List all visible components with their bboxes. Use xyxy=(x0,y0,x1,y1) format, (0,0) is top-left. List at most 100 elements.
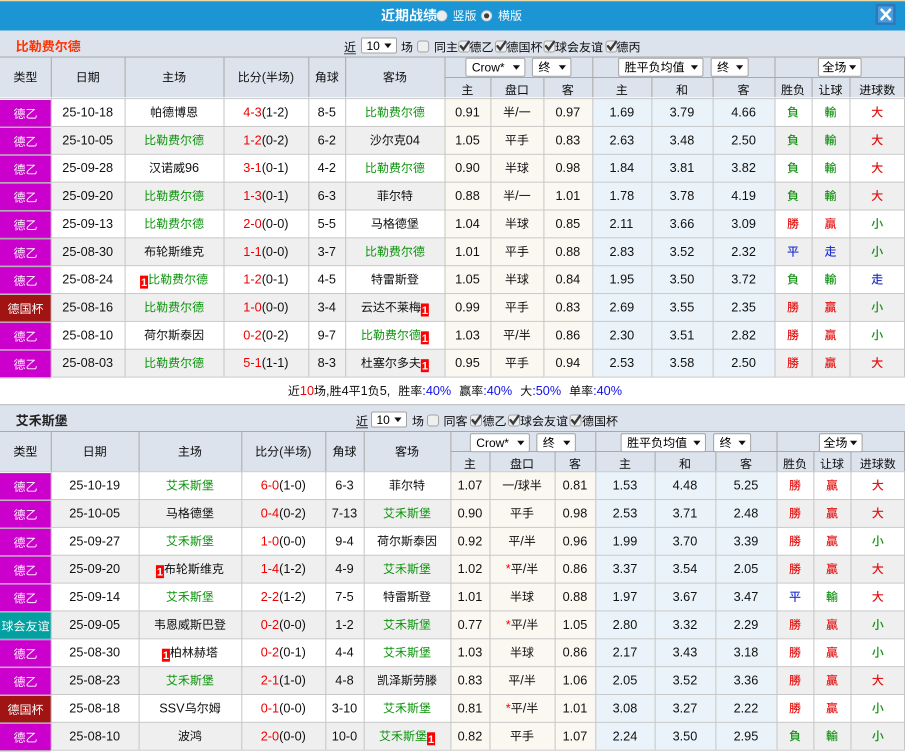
svg-text:0-4: 0-4 xyxy=(261,507,279,521)
svg-text:25-09-05: 25-09-05 xyxy=(69,618,120,632)
svg-text:3.50: 3.50 xyxy=(673,729,698,743)
svg-text:1: 1 xyxy=(422,333,428,345)
svg-text:25-09-20: 25-09-20 xyxy=(62,189,113,203)
svg-text:2.17: 2.17 xyxy=(613,646,638,660)
svg-text:1.69: 1.69 xyxy=(610,106,635,120)
svg-text:2.05: 2.05 xyxy=(613,674,638,688)
svg-text:1: 1 xyxy=(422,361,428,373)
svg-text:1: 1 xyxy=(163,650,169,662)
svg-text:3.27: 3.27 xyxy=(673,701,698,715)
svg-text:0.83: 0.83 xyxy=(458,674,483,688)
svg-text::40%: :40% xyxy=(422,384,451,398)
svg-text:0.96: 0.96 xyxy=(563,534,588,548)
svg-text:1-2: 1-2 xyxy=(243,133,261,147)
svg-text:0.83: 0.83 xyxy=(556,301,581,315)
svg-text:4-8: 4-8 xyxy=(335,674,353,688)
svg-text:1.78: 1.78 xyxy=(610,189,635,203)
svg-text:6-3: 6-3 xyxy=(318,189,336,203)
svg-text:3.43: 3.43 xyxy=(673,646,698,660)
svg-text:1.07: 1.07 xyxy=(563,729,588,743)
svg-text:25-09-13: 25-09-13 xyxy=(62,217,113,231)
svg-text:0.84: 0.84 xyxy=(556,273,581,287)
svg-text:25-08-30: 25-08-30 xyxy=(69,646,120,660)
svg-text:0.88: 0.88 xyxy=(563,590,588,604)
svg-text:(0-0): (0-0) xyxy=(262,301,289,315)
svg-text:1.84: 1.84 xyxy=(610,161,635,175)
svg-text:25-08-30: 25-08-30 xyxy=(62,245,113,259)
svg-text:0.91: 0.91 xyxy=(455,106,480,120)
svg-text:1-2: 1-2 xyxy=(243,273,261,287)
svg-text:1.01: 1.01 xyxy=(455,245,480,259)
svg-text:/: / xyxy=(520,534,524,548)
svg-text:2.80: 2.80 xyxy=(613,618,638,632)
svg-text:(0-1): (0-1) xyxy=(279,646,306,660)
svg-text:3.48: 3.48 xyxy=(670,133,695,147)
svg-text:(0-2): (0-2) xyxy=(262,133,289,147)
svg-text:25-10-05: 25-10-05 xyxy=(69,507,120,521)
svg-text:1.01: 1.01 xyxy=(458,590,483,604)
svg-text:1.04: 1.04 xyxy=(455,217,480,231)
svg-text:2.63: 2.63 xyxy=(610,133,635,147)
svg-text:/: / xyxy=(514,479,518,493)
svg-text:1.07: 1.07 xyxy=(458,479,483,493)
svg-text:3.50: 3.50 xyxy=(670,273,695,287)
svg-text:10: 10 xyxy=(377,413,391,427)
svg-text:0-2: 0-2 xyxy=(261,646,279,660)
svg-text:0.86: 0.86 xyxy=(563,646,588,660)
svg-text:3.54: 3.54 xyxy=(673,562,698,576)
svg-text:2-1: 2-1 xyxy=(261,674,279,688)
svg-text:2.29: 2.29 xyxy=(734,618,759,632)
svg-text:(0-1): (0-1) xyxy=(262,273,289,287)
svg-text:4-4: 4-4 xyxy=(335,646,353,660)
svg-text:(0-0): (0-0) xyxy=(279,701,306,715)
svg-text:2.50: 2.50 xyxy=(731,356,756,370)
svg-text:2-0: 2-0 xyxy=(261,729,279,743)
svg-text:/: / xyxy=(523,701,527,715)
svg-text:4.66: 4.66 xyxy=(731,106,756,120)
svg-text:3-10: 3-10 xyxy=(332,701,357,715)
svg-text:3-4: 3-4 xyxy=(318,301,336,315)
svg-text:1.01: 1.01 xyxy=(563,701,588,715)
svg-text:2.50: 2.50 xyxy=(731,133,756,147)
svg-text:Crow*: Crow* xyxy=(476,436,509,450)
svg-text:2.95: 2.95 xyxy=(734,729,759,743)
svg-text:2.30: 2.30 xyxy=(610,328,635,342)
svg-text:0.92: 0.92 xyxy=(458,534,483,548)
svg-text:6-2: 6-2 xyxy=(318,133,336,147)
svg-text:25-08-03: 25-08-03 xyxy=(62,356,113,370)
svg-text:96: 96 xyxy=(185,161,199,175)
svg-text:/: / xyxy=(515,106,519,120)
svg-text:1-0: 1-0 xyxy=(243,301,261,315)
svg-text:0.95: 0.95 xyxy=(455,356,480,370)
svg-text:8-5: 8-5 xyxy=(318,106,336,120)
svg-text:1.53: 1.53 xyxy=(613,479,638,493)
svg-text:1-2: 1-2 xyxy=(335,618,353,632)
svg-text:2.32: 2.32 xyxy=(731,245,756,259)
svg-text:1-3: 1-3 xyxy=(243,189,261,203)
svg-text:3.39: 3.39 xyxy=(734,534,759,548)
svg-text:3.52: 3.52 xyxy=(670,245,695,259)
svg-text:1.03: 1.03 xyxy=(458,646,483,660)
svg-text:5-1: 5-1 xyxy=(243,356,261,370)
svg-text:25-08-23: 25-08-23 xyxy=(69,674,120,688)
svg-text:4.19: 4.19 xyxy=(731,189,756,203)
svg-text:0-2: 0-2 xyxy=(261,618,279,632)
svg-text:3.51: 3.51 xyxy=(670,328,695,342)
svg-text:25-10-18: 25-10-18 xyxy=(62,106,113,120)
svg-text:9-4: 9-4 xyxy=(335,534,353,548)
svg-text:3.79: 3.79 xyxy=(670,106,695,120)
svg-text:25-08-10: 25-08-10 xyxy=(69,729,120,743)
svg-text:3.08: 3.08 xyxy=(613,701,638,715)
svg-text:10: 10 xyxy=(367,39,381,53)
svg-text:3.70: 3.70 xyxy=(673,534,698,548)
svg-text:25-10-05: 25-10-05 xyxy=(62,133,113,147)
svg-text:Crow*: Crow* xyxy=(472,61,505,75)
svg-text:2.05: 2.05 xyxy=(734,562,759,576)
svg-text::40%: :40% xyxy=(483,384,512,398)
svg-text:4.48: 4.48 xyxy=(673,479,698,493)
svg-text:,: , xyxy=(326,384,330,398)
svg-text:3.58: 3.58 xyxy=(670,356,695,370)
svg-text:(1-1): (1-1) xyxy=(262,356,289,370)
svg-text:3.18: 3.18 xyxy=(734,646,759,660)
svg-text:(0-0): (0-0) xyxy=(262,245,289,259)
